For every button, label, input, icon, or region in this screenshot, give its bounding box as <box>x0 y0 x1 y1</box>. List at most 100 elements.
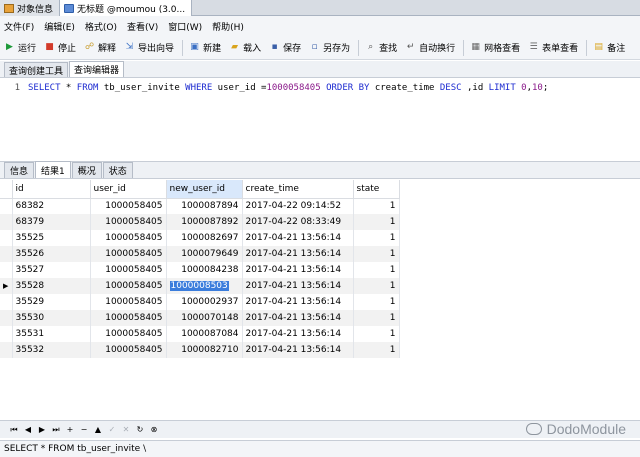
column-header-state[interactable]: state <box>353 180 400 199</box>
user-id-cell[interactable]: 1000058405 <box>90 294 167 310</box>
user-id-cell[interactable]: 1000058405 <box>90 198 167 214</box>
table-row[interactable]: 68382 1000058405 1000087894 2017-04-22 09:1… <box>0 198 400 214</box>
stop-refresh-icon[interactable]: ⊗ <box>148 424 160 436</box>
column-header-create-time[interactable]: create_time <box>242 180 354 199</box>
tab-info[interactable]: 信息 <box>4 162 35 178</box>
user-id-cell[interactable]: 1000058405 <box>90 262 167 278</box>
new-user-id-cell[interactable]: 1000087894 <box>166 198 243 214</box>
new-user-id-cell[interactable]: 1000087084 <box>166 326 243 342</box>
tab-status[interactable]: 状态 <box>102 162 133 178</box>
column-header-id[interactable]: id <box>12 180 91 199</box>
create-time-cell[interactable]: 2017-04-21 13:56:14 <box>242 230 354 246</box>
table-row[interactable]: 35526 1000058405 1000079649 2017-04-21 13:5… <box>0 246 400 262</box>
load-button[interactable]: ▰ 载入 <box>229 39 261 57</box>
add-record-icon[interactable]: + <box>64 424 76 436</box>
save-button[interactable]: ▪ 保存 <box>269 39 302 57</box>
new-user-id-cell[interactable]: 1000087892 <box>166 214 243 230</box>
menu-help[interactable]: 帮助(H) <box>212 20 244 33</box>
column-header-new-user-id[interactable]: new_user_id <box>166 180 243 199</box>
first-record-icon[interactable]: ⏮ <box>8 424 20 436</box>
state-cell[interactable]: 1 <box>353 278 400 294</box>
menu-view[interactable]: 查看(V) <box>127 20 158 33</box>
id-cell[interactable]: 68382 <box>12 198 91 214</box>
export-wizard-button[interactable]: ⇲ 导出向导 <box>124 39 174 57</box>
tab-result-1[interactable]: 结果1 <box>35 161 71 178</box>
column-header-user-id[interactable]: user_id <box>90 180 167 199</box>
id-cell[interactable]: 35527 <box>12 262 91 278</box>
cancel-icon[interactable]: ✕ <box>120 424 132 436</box>
create-time-cell[interactable]: 2017-04-21 13:56:14 <box>242 294 354 310</box>
new-user-id-cell[interactable]: 1000084238 <box>166 262 243 278</box>
explain-button[interactable]: ☍ 解释 <box>84 39 116 57</box>
state-cell[interactable]: 1 <box>353 214 400 230</box>
next-record-icon[interactable]: ▶ <box>36 424 48 436</box>
form-view-button[interactable]: ☰ 表单查看 <box>528 39 579 57</box>
table-row[interactable]: 35532 1000058405 1000082710 2017-04-21 13:5… <box>0 342 400 358</box>
id-cell[interactable]: 35528 <box>12 278 91 294</box>
table-row[interactable]: 35527 1000058405 1000084238 2017-04-21 13:5… <box>0 262 400 278</box>
menu-file[interactable]: 文件(F) <box>4 20 34 33</box>
find-button[interactable]: ⌕ 查找 <box>365 39 397 57</box>
id-cell[interactable]: 35525 <box>12 230 91 246</box>
new-button[interactable]: ▣ 新建 <box>189 39 221 57</box>
create-time-cell[interactable]: 2017-04-22 09:14:52 <box>242 198 354 214</box>
user-id-cell[interactable]: 1000058405 <box>90 278 167 294</box>
state-cell[interactable]: 1 <box>353 342 400 358</box>
table-row[interactable]: 35529 1000058405 1000002937 2017-04-21 13:5… <box>0 294 400 310</box>
state-cell[interactable]: 1 <box>353 310 400 326</box>
user-id-cell[interactable]: 1000058405 <box>90 214 167 230</box>
id-cell[interactable]: 35529 <box>12 294 91 310</box>
new-user-id-cell[interactable]: 1000079649 <box>166 246 243 262</box>
state-cell[interactable]: 1 <box>353 262 400 278</box>
run-button[interactable]: ▶ 运行 <box>4 39 36 57</box>
word-wrap-button[interactable]: ↵ 自动换行 <box>405 39 455 57</box>
create-time-cell[interactable]: 2017-04-21 13:56:14 <box>242 310 354 326</box>
new-user-id-cell[interactable]: 1000002937 <box>166 294 243 310</box>
menu-window[interactable]: 窗口(W) <box>168 20 202 33</box>
menu-format[interactable]: 格式(O) <box>85 20 117 33</box>
refresh-icon[interactable]: ↻ <box>134 424 146 436</box>
create-time-cell[interactable]: 2017-04-21 13:56:14 <box>242 326 354 342</box>
user-id-cell[interactable]: 1000058405 <box>90 246 167 262</box>
last-record-icon[interactable]: ⏭ <box>50 424 62 436</box>
new-user-id-cell[interactable]: 1000070148 <box>166 310 243 326</box>
table-row[interactable]: 68379 1000058405 1000087892 2017-04-22 08:3… <box>0 214 400 230</box>
new-user-id-cell[interactable]: 1000082697 <box>166 230 243 246</box>
user-id-cell[interactable]: 1000058405 <box>90 310 167 326</box>
create-time-cell[interactable]: 2017-04-21 13:56:14 <box>242 246 354 262</box>
grid-view-button[interactable]: ▦ 网格查看 <box>470 39 520 57</box>
user-id-cell[interactable]: 1000058405 <box>90 342 167 358</box>
state-cell[interactable]: 1 <box>353 246 400 262</box>
tab-object-info[interactable]: 对象信息 <box>0 0 61 16</box>
delete-record-icon[interactable]: − <box>78 424 90 436</box>
selected-cell-value[interactable]: 1000008503 <box>169 281 229 291</box>
create-time-cell[interactable]: 2017-04-21 13:56:14 <box>242 342 354 358</box>
sql-editor[interactable]: 1 SELECT * FROM tb_user_invite WHERE use… <box>0 78 640 158</box>
table-row[interactable]: 35530 1000058405 1000070148 2017-04-21 13:5… <box>0 310 400 326</box>
create-time-cell[interactable]: 2017-04-22 08:33:49 <box>242 214 354 230</box>
menu-edit[interactable]: 编辑(E) <box>44 20 75 33</box>
id-cell[interactable]: 68379 <box>12 214 91 230</box>
id-cell[interactable]: 35532 <box>12 342 91 358</box>
state-cell[interactable]: 1 <box>353 294 400 310</box>
table-row[interactable]: ▶ 35528 1000058405 1000008503 2017-04-21 13:… <box>0 278 400 294</box>
tab-profile[interactable]: 概况 <box>71 162 102 178</box>
state-cell[interactable]: 1 <box>353 326 400 342</box>
new-user-id-cell[interactable]: 1000008503 <box>166 278 243 294</box>
new-user-id-cell[interactable]: 1000082710 <box>166 342 243 358</box>
table-row[interactable]: 35531 1000058405 1000087084 2017-04-21 13:5… <box>0 326 400 342</box>
state-cell[interactable]: 1 <box>353 230 400 246</box>
tab-query-builder[interactable]: 查询创建工具 <box>4 62 69 77</box>
save-as-button[interactable]: ▫ 另存为 <box>309 39 351 57</box>
move-up-icon[interactable]: ▲ <box>92 424 104 436</box>
user-id-cell[interactable]: 1000058405 <box>90 230 167 246</box>
id-cell[interactable]: 35531 <box>12 326 91 342</box>
note-button[interactable]: ▤ 备注 <box>593 39 625 57</box>
prev-record-icon[interactable]: ◀ <box>22 424 34 436</box>
id-cell[interactable]: 35530 <box>12 310 91 326</box>
state-cell[interactable]: 1 <box>353 198 400 214</box>
stop-button[interactable]: ■ 停止 <box>44 39 76 57</box>
user-id-cell[interactable]: 1000058405 <box>90 326 167 342</box>
tab-query-editor[interactable]: 查询编辑器 <box>69 61 125 77</box>
result-grid[interactable]: id user_id new_user_id create_time state… <box>0 180 640 416</box>
